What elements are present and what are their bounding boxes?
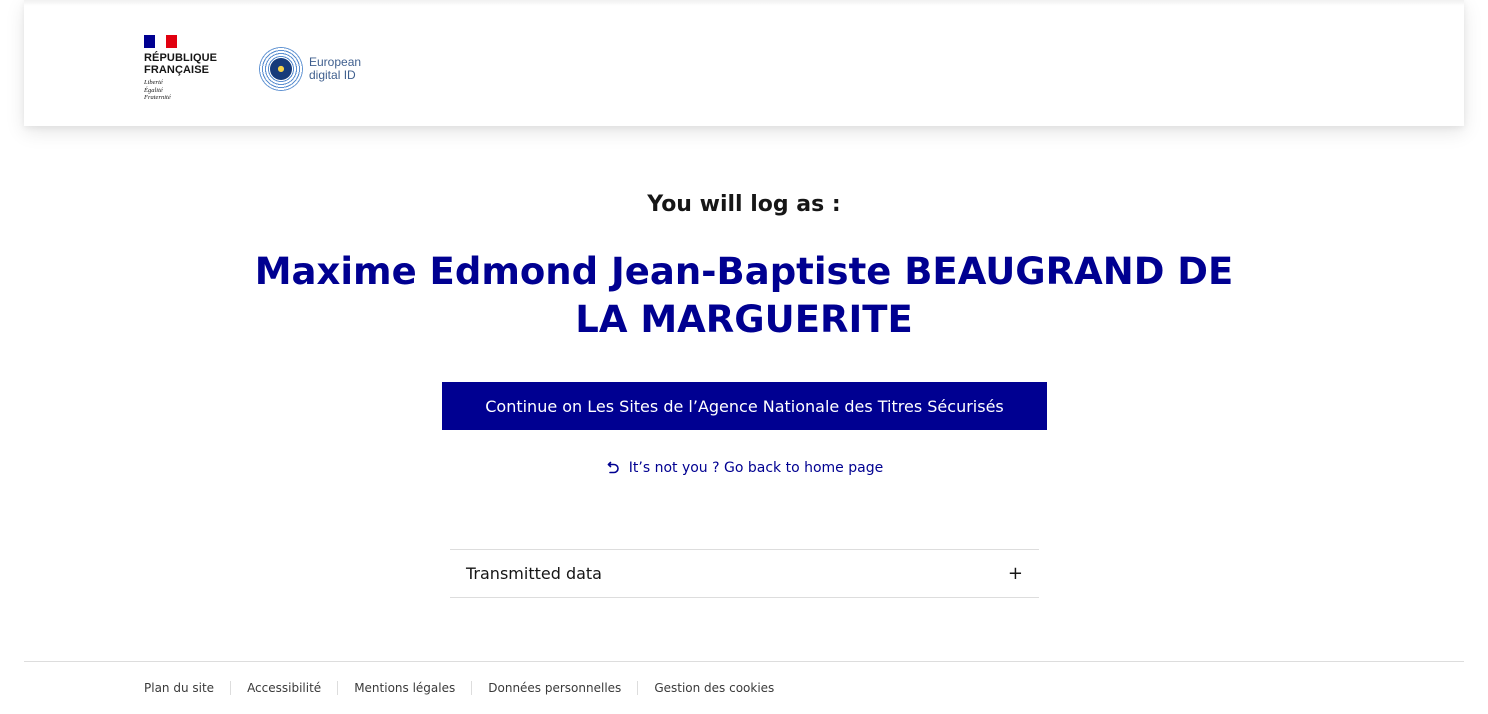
site-header: RÉPUBLIQUE FRANÇAISE Liberté Égalité Fra… (24, 0, 1464, 126)
european-digital-id-text: European digital ID (309, 55, 362, 82)
transmitted-data-label: Transmitted data (466, 564, 602, 583)
french-flag-icon (144, 35, 177, 48)
republique-francaise-logo[interactable]: RÉPUBLIQUE FRANÇAISE Liberté Égalité Fra… (144, 35, 234, 107)
footer-link-mentions-legales[interactable]: Mentions légales (337, 681, 471, 695)
republique-francaise-motto: Liberté Égalité Fraternité (144, 79, 171, 101)
european-digital-id-logo: ● European digital ID (259, 46, 361, 92)
site-footer: Plan du site Accessibilité Mentions léga… (24, 661, 1464, 714)
footer-link-donnees-personnelles[interactable]: Données personnelles (471, 681, 637, 695)
login-intro-text: You will log as : (647, 192, 841, 217)
go-back-home-link[interactable]: It’s not you ? Go back to home page (0, 460, 1488, 476)
footer-link-accessibilite[interactable]: Accessibilité (230, 681, 337, 695)
footer-link-plan-du-site[interactable]: Plan du site (144, 681, 230, 695)
plus-icon: + (1007, 562, 1023, 584)
continue-button[interactable]: Continue on Les Sites de l’Agence Nation… (442, 382, 1047, 430)
footer-link-gestion-des-cookies[interactable]: Gestion des cookies (637, 681, 790, 695)
republique-francaise-name: RÉPUBLIQUE FRANÇAISE (144, 52, 218, 76)
user-full-name: Maxime Edmond Jean-Baptiste BEAUGRAND DE… (254, 250, 1234, 341)
go-back-home-label: It’s not you ? Go back to home page (628, 460, 884, 476)
transmitted-data-accordion[interactable]: Transmitted data + (450, 549, 1039, 598)
undo-arrow-icon (605, 460, 621, 476)
eu-digital-id-emblem-icon: ● (259, 47, 303, 91)
footer-links: Plan du site Accessibilité Mentions léga… (144, 681, 790, 695)
